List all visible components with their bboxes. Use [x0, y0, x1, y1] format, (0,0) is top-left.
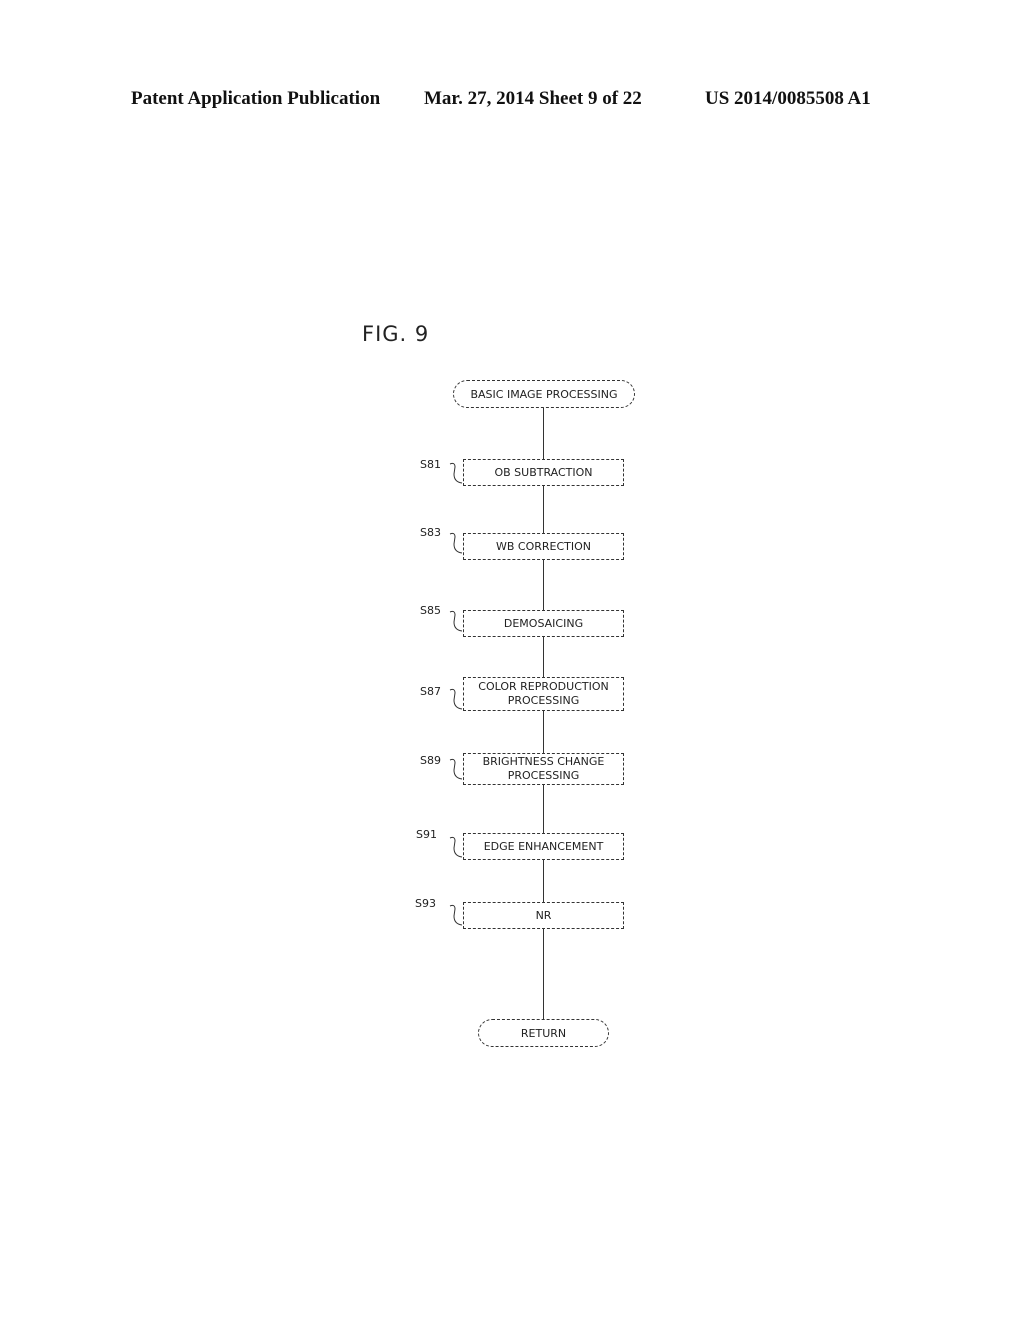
leader-hook-icon — [449, 904, 463, 926]
step-box-s85: DEMOSAICING — [463, 610, 624, 637]
end-terminal: RETURN — [478, 1019, 609, 1047]
step-label-s85: S85 — [420, 604, 441, 617]
step-label-s81: S81 — [420, 458, 441, 471]
leader-hook-icon — [449, 462, 463, 484]
connector — [543, 860, 544, 903]
leader-hook-icon — [449, 758, 463, 780]
step-label-s87: S87 — [420, 685, 441, 698]
date-and-sheet: Mar. 27, 2014 Sheet 9 of 22 — [424, 88, 642, 109]
connector — [543, 486, 544, 534]
step-box-s91: EDGE ENHANCEMENT — [463, 833, 624, 860]
connector — [543, 711, 544, 754]
leader-hook-icon — [449, 532, 463, 554]
publication-type: Patent Application Publication — [131, 88, 381, 109]
connector — [543, 929, 544, 1020]
leader-hook-icon — [449, 836, 463, 858]
step-label-s91: S91 — [416, 828, 437, 841]
page-header: Patent Application Publication Mar. 27, … — [0, 88, 1024, 116]
connector — [543, 784, 544, 834]
leader-hook-icon — [449, 610, 463, 632]
start-terminal: BASIC IMAGE PROCESSING — [453, 380, 635, 408]
step-box-s81: OB SUBTRACTION — [463, 459, 624, 486]
connector — [543, 560, 544, 611]
step-box-s87: COLOR REPRODUCTION PROCESSING — [463, 677, 624, 711]
step-box-s93: NR — [463, 902, 624, 929]
leader-hook-icon — [449, 688, 463, 710]
connector — [543, 407, 544, 460]
connector — [543, 637, 544, 678]
step-label-s89: S89 — [420, 754, 441, 767]
step-label-s93: S93 — [415, 897, 436, 910]
step-box-s89: BRIGHTNESS CHANGE PROCESSING — [463, 753, 624, 785]
publication-number: US 2014/0085508 A1 — [705, 88, 871, 109]
step-box-s83: WB CORRECTION — [463, 533, 624, 560]
step-label-s83: S83 — [420, 526, 441, 539]
figure-title: FIG. 9 — [362, 322, 430, 346]
